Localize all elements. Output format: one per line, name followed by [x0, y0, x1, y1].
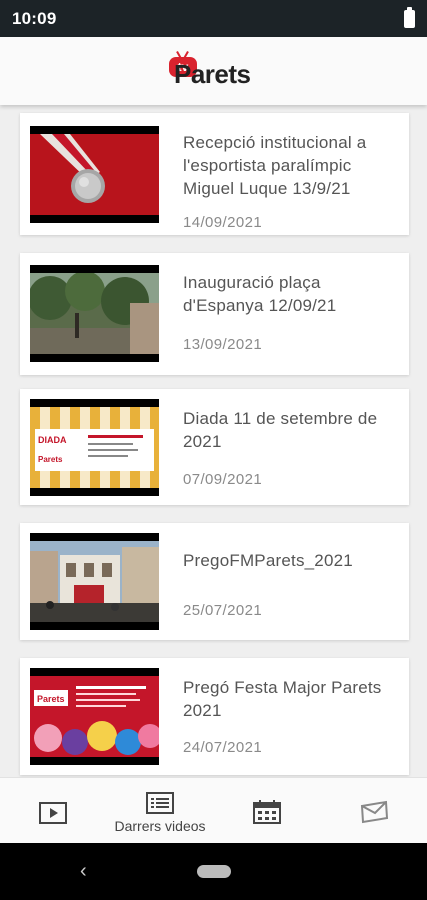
prego-brand: Parets — [37, 694, 65, 704]
nav-item-contact[interactable] — [321, 778, 427, 844]
video-title[interactable]: Pregó Festa Major Parets 2021 — [183, 676, 395, 722]
home-pill-button[interactable] — [197, 865, 231, 878]
street-image — [30, 541, 159, 622]
list-icon — [146, 792, 174, 814]
app-header: tv Parets — [0, 37, 427, 105]
video-title[interactable]: Inauguració plaça d'Espanya 12/09/21 — [183, 271, 395, 317]
video-card[interactable]: Inauguració plaça d'Espanya 12/09/21 13/… — [20, 253, 409, 375]
diada-word: DIADA — [38, 435, 67, 445]
video-thumbnail[interactable] — [30, 533, 159, 630]
video-date: 25/07/2021 — [183, 602, 263, 619]
video-thumbnail[interactable] — [30, 265, 159, 362]
diada-brand: Parets — [38, 455, 63, 464]
video-list[interactable]: Recepció institucional a l'esportista pa… — [0, 105, 427, 777]
video-date: 14/09/2021 — [183, 214, 263, 231]
status-time: 10:09 — [12, 9, 57, 28]
tvparets-logo[interactable]: tv Parets — [168, 53, 260, 91]
plaza-image — [30, 273, 159, 354]
video-date: 13/09/2021 — [183, 336, 263, 353]
video-title[interactable]: Recepció institucional a l'esportista pa… — [183, 131, 395, 200]
video-date: 24/07/2021 — [183, 739, 263, 756]
video-thumbnail[interactable]: Parets — [30, 668, 159, 765]
diada-poster-image: DIADA Parets — [30, 407, 159, 488]
video-card[interactable]: PregoFMParets_2021 25/07/2021 — [20, 523, 409, 640]
logo-text: Parets — [174, 59, 251, 89]
video-thumbnail[interactable] — [30, 126, 159, 223]
medal-image — [30, 134, 159, 215]
nav-label-latest-videos: Darrers videos — [114, 818, 206, 834]
mail-icon — [360, 800, 389, 824]
video-card[interactable]: Recepció institucional a l'esportista pa… — [20, 113, 409, 235]
battery-icon — [404, 7, 415, 28]
status-bar: 10:09 — [0, 0, 427, 37]
nav-item-latest-videos[interactable]: Darrers videos — [107, 778, 213, 844]
video-card[interactable]: Parets Pregó Festa Major Parets 2021 24/… — [20, 658, 409, 775]
nav-item-live[interactable] — [0, 778, 106, 844]
video-thumbnail[interactable]: DIADA Parets — [30, 399, 159, 496]
bottom-navigation: Darrers videos — [0, 777, 427, 843]
calendar-icon — [253, 800, 281, 824]
video-title[interactable]: Diada 11 de setembre de 2021 — [183, 407, 395, 453]
video-card[interactable]: DIADA Parets Diada 11 de setembre de 202… — [20, 389, 409, 505]
nav-item-schedule[interactable] — [214, 778, 320, 844]
video-title[interactable]: PregoFMParets_2021 — [183, 549, 395, 572]
video-date: 07/09/2021 — [183, 471, 263, 488]
prego-poster-image: Parets — [30, 676, 159, 757]
system-navigation-bar: ‹ — [0, 843, 427, 900]
back-icon[interactable]: ‹ — [80, 861, 87, 881]
play-icon — [39, 802, 67, 824]
